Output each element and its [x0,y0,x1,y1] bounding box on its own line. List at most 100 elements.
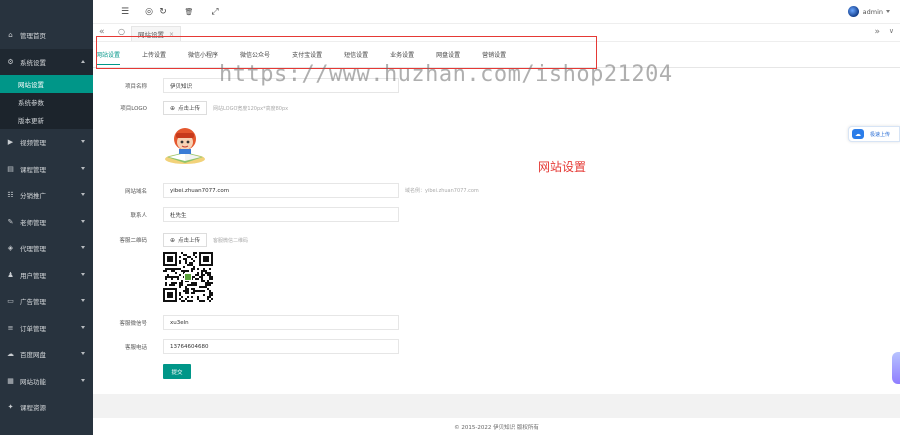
sidebar-item-4[interactable]: ☷ 分销推广 [0,182,93,209]
form-row-domain: 网站域名 yibei.zhuan7077.com 域名例：yibei.zhuan… [93,183,479,198]
chevron-down-icon [81,166,85,170]
sidebar-item-3[interactable]: ▤ 课程管理 [0,156,93,183]
chevron-down-icon [81,325,85,329]
quick-upload-button[interactable]: ☁ 极速上传 [848,126,900,142]
top-bar: ☰ ◎ ↻ 🗑 ⤢ admin [93,0,900,24]
tabs-next-icon[interactable]: » [874,27,880,37]
ad-icon: ▭ [7,297,14,306]
domain-label: 网站域名 [124,188,147,195]
sidebar-subitem-0[interactable]: 网站设置 [0,75,93,93]
qrcode-upload-button[interactable]: ⊕ 点击上传 [163,233,208,247]
form-row-contact: 联系人 杜先生 [93,207,399,222]
sidebar-logo-area [0,0,93,22]
quick-upload-label: 极速上传 [870,131,891,138]
settings-tab-0[interactable]: 网站设置 [96,50,121,65]
form-row-qrcode: 客服二维码 ⊕ 点击上传 客服微信二维码 [93,233,248,247]
form-row-logo: 项目LOGO ⊕ 点击上传 网站LOGO宽度120px*高度80px [93,101,288,115]
side-float-widget[interactable] [892,352,900,384]
tab-label: 网站设置 [138,31,164,39]
close-icon[interactable]: × [169,31,174,38]
chevron-down-icon [81,378,85,382]
teacher-icon: ✎ [7,217,14,226]
sidebar: ⌂ 管理首页 ⚙ 系统设置 网站设置 系统参数 版本更新 ▶ 视频管理 ▤ 课程管理 ☷ 分销推广 ✎ 老师… [0,0,93,435]
submit-button[interactable]: 提交 [163,364,191,379]
sidebar-item-label: 管理首页 [20,32,46,41]
logo-label: 项目LOGO [120,106,147,112]
upload-icon: ⊕ [170,236,176,244]
chevron-down-icon [81,352,85,355]
qrcode-hint: 客服微信二维码 [213,237,249,244]
user-name: admin [862,7,883,16]
video-icon: ▶ [7,138,14,147]
form-row-wechat: 客服微信号 xu3eln [93,315,399,330]
sidebar-item-5[interactable]: ✎ 老师管理 [0,209,93,236]
settings-tab-2[interactable]: 微信小程序 [188,50,218,65]
promo-icon: ☷ [7,191,14,200]
course-icon: ▤ [7,164,14,173]
order-icon: ≡ [7,323,14,332]
phone-input[interactable]: 13764604680 [163,339,399,354]
tab-website-settings[interactable]: 网站设置 × [131,26,182,41]
settings-tab-1[interactable]: 上传设置 [142,50,166,65]
sidebar-item-2[interactable]: ▶ 视频管理 [0,129,93,156]
refresh-icon[interactable]: ↻ [158,7,168,17]
globe-icon[interactable]: ◎ [144,7,154,17]
sidebar-item-6[interactable]: ◈ 代理管理 [0,235,93,262]
home-icon: ⌂ [8,31,13,40]
user-menu[interactable]: admin [847,6,890,17]
chevron-down-icon [81,299,85,302]
wechat-input[interactable]: xu3eln [163,315,399,330]
menu-toggle-icon[interactable]: ☰ [120,7,130,17]
sidebar-item-11[interactable]: ▦ 网站功能 [0,368,93,395]
logo-hint: 网站LOGO宽度120px*高度80px [213,105,289,112]
home-tab-icon[interactable]: ○ [118,27,125,36]
trash-icon[interactable]: 🗑 [184,7,194,17]
form-row-phone: 客服电话 13764604680 [93,339,399,354]
sidebar-item-label: 老师管理 [20,218,46,227]
footer: © 2015-2022 伊贝知识 版权所有 [454,424,539,431]
wechat-label: 客服微信号 [119,320,147,327]
chevron-down-icon [81,272,85,276]
chevron-down-icon [81,246,85,249]
sidebar-nav: ⌂ 管理首页 ⚙ 系统设置 网站设置 系统参数 版本更新 ▶ 视频管理 ▤ 课程管理 ☷ 分销推广 ✎ 老师… [0,22,93,421]
contact-input[interactable]: 杜先生 [163,207,399,222]
upload-icon: ⊕ [170,104,176,112]
contact-label: 联系人 [130,212,147,219]
user-icon: ♟ [7,270,14,279]
chevron-down-icon [81,140,85,143]
sidebar-item-0[interactable]: ⌂ 管理首页 [0,22,93,49]
sidebar-item-label: 广告管理 [20,298,46,307]
sidebar-item-label: 视频管理 [20,139,46,148]
avatar [847,6,859,17]
content-bottom-band [93,394,900,418]
sidebar-item-7[interactable]: ♟ 用户管理 [0,262,93,289]
grid-icon: ▦ [7,376,14,385]
chevron-up-icon [81,59,85,63]
tabs-more-icon[interactable]: ∨ [889,27,894,35]
fullscreen-icon[interactable]: ⤢ [210,7,220,17]
phone-label: 客服电话 [124,344,147,351]
sidebar-item-label: 代理管理 [20,245,46,254]
cloud-icon: ☁ [852,129,864,139]
tabs-prev-icon[interactable]: « [99,27,105,37]
sidebar-item-label: 网站功能 [20,377,46,386]
watermark: https://www.huzhan.com/ishop21204 [219,62,673,87]
sidebar-submenu: 网站设置 系统参数 版本更新 [0,75,93,129]
sidebar-item-label: 课程资源 [20,404,46,413]
sidebar-item-12[interactable]: ✦ 课程资源 [0,394,93,421]
sidebar-subitem-2[interactable]: 版本更新 [0,111,93,129]
logo-upload-button[interactable]: ⊕ 点击上传 [163,101,208,115]
sidebar-item-1[interactable]: ⚙ 系统设置 [0,48,93,75]
domain-input[interactable]: yibei.zhuan7077.com [163,183,399,198]
sidebar-item-10[interactable]: ☁ 百度网盘 [0,341,93,368]
form-row-submit: 提交 [163,364,191,379]
sidebar-subitem-1[interactable]: 系统参数 [0,93,93,111]
upload-button-label: 点击上传 [178,238,201,244]
annotation-text: 网站设置 [538,160,587,174]
sidebar-item-label: 系统设置 [20,58,46,67]
sidebar-item-9[interactable]: ≡ 订单管理 [0,315,93,342]
chevron-down-icon [81,219,85,223]
qrcode-label: 客服二维码 [119,238,147,244]
sidebar-item-8[interactable]: ▭ 广告管理 [0,288,93,315]
class-icon: ✦ [7,403,14,412]
